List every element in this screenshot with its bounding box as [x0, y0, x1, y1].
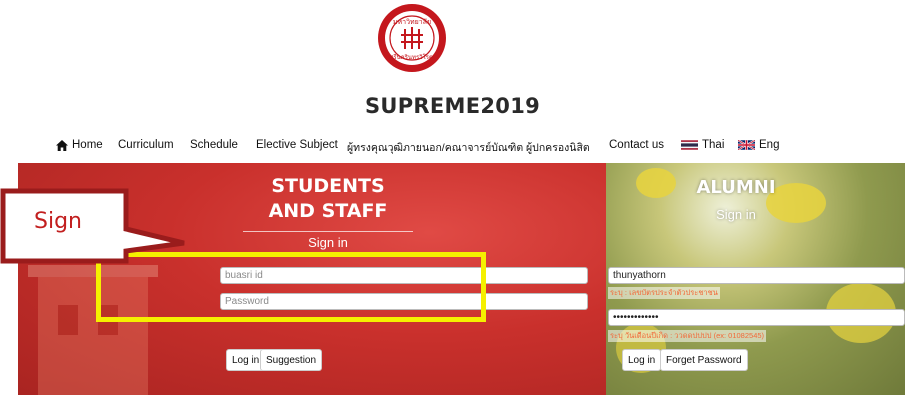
main-nav: Home Curriculum Schedule Elective Subjec…: [0, 139, 905, 155]
nav-lang-thai-label: Thai: [702, 139, 725, 151]
students-title-divider: [243, 231, 413, 232]
nav-schedule[interactable]: Schedule: [190, 139, 238, 151]
alumni-login-button[interactable]: Log in: [622, 349, 662, 371]
university-seal-icon: มหาวิทยาลัย ศรีนครินทรวิโรฒ: [378, 4, 446, 72]
nav-lang-eng[interactable]: Eng: [738, 139, 779, 151]
nav-elective-subject[interactable]: Elective Subject: [256, 139, 338, 151]
suggestion-button[interactable]: Suggestion: [260, 349, 323, 371]
nav-external-experts-label: ผู้ทรงคุณวุฒิภายนอก/คณาจารย์บัณฑิต: [347, 142, 524, 154]
alumni-subtitle: Sign in: [716, 207, 756, 222]
nav-contact-label: Contact us: [609, 139, 664, 151]
students-title-line1: STUDENTS: [271, 175, 385, 197]
alumni-password-hint: ระบุ วันเดือนปีเกิด : วว​ดดปปปป (ex: 010…: [608, 330, 767, 342]
seal-text-bottom: ศรีนครินทรวิโรฒ: [390, 53, 435, 61]
nav-schedule-label: Schedule: [190, 139, 238, 151]
callout-text: Sign: [34, 209, 82, 234]
nav-home[interactable]: Home: [56, 139, 103, 151]
home-icon: [56, 139, 68, 151]
nav-lang-eng-label: Eng: [759, 139, 780, 151]
nav-lang-thai[interactable]: Thai: [681, 139, 724, 151]
alumni-panel: ALUMNI Sign in ระบุ : เลขบัตรประจำตัวประ…: [606, 163, 905, 395]
nav-contact[interactable]: Contact us: [609, 139, 664, 151]
alumni-id-hint: ระบุ : เลขบัตรประจำตัวประชาชน: [608, 287, 720, 299]
nav-elective-subject-label: Elective Subject: [256, 139, 338, 151]
nav-external-experts[interactable]: ผู้ทรงคุณวุฒิภายนอก/คณาจารย์บัณฑิต: [347, 139, 523, 156]
thai-flag-icon: [681, 140, 698, 150]
nav-curriculum-label: Curriculum: [118, 139, 174, 151]
callout-shape: [0, 188, 185, 264]
nav-parents[interactable]: ผู้ปกครองนิสิต: [526, 139, 590, 156]
alumni-title: ALUMNI: [696, 177, 776, 198]
alumni-id-input[interactable]: [608, 267, 905, 284]
nav-curriculum[interactable]: Curriculum: [118, 139, 174, 151]
uk-flag-icon: [738, 140, 755, 150]
nav-home-label: Home: [72, 139, 103, 151]
nav-parents-label: ผู้ปกครองนิสิต: [526, 142, 590, 154]
alumni-password-input[interactable]: [608, 309, 905, 326]
site-title: SUPREME2019: [364, 94, 541, 118]
forget-password-button[interactable]: Forget Password: [660, 349, 748, 371]
students-subtitle: Sign in: [308, 235, 348, 250]
students-title-line2: AND STAFF: [268, 200, 388, 222]
seal-text-top: มหาวิทยาลัย: [393, 18, 431, 26]
